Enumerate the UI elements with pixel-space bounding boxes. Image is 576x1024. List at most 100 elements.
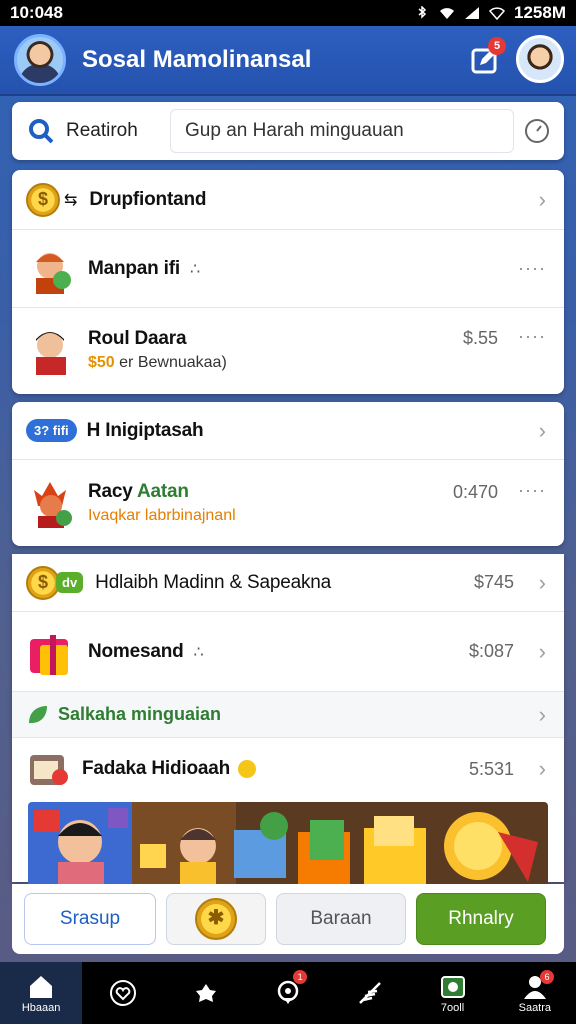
exchange-icon: ⇆	[64, 191, 78, 209]
row-amount: 5:531	[468, 758, 514, 779]
row-amount: 0:470	[452, 482, 498, 502]
promo-banner[interactable]	[28, 802, 548, 886]
section-card-2: 3? fifi H Inigiptasah › Racy Aatan Ivaqk…	[12, 402, 564, 546]
chevron-right-icon: ›	[538, 701, 546, 727]
nav-profile[interactable]: 6 Saatra	[494, 962, 576, 1024]
list-item[interactable]: Manpan ifi ∴ ····	[12, 230, 564, 308]
row-text: Roul Daara $50 er Bewnuakaa)	[88, 328, 227, 372]
action-bar: Srasup ✱ Baraan Rhnalry	[12, 884, 564, 954]
list-item[interactable]: Fadaka Hidioaah 5:531 ›	[12, 738, 564, 800]
notification-badge: 5	[488, 37, 506, 55]
bottom-nav: Hbaaan 1 7ooll 6 Saatra	[0, 962, 576, 1024]
gift-box-icon	[30, 634, 68, 675]
row-amount: $745	[473, 572, 514, 592]
list-item[interactable]: 3? fifi H Inigiptasah ›	[12, 402, 564, 460]
status-bar: 10:048 1258M	[0, 0, 576, 26]
bluetooth-icon	[418, 6, 427, 19]
feather-icon	[359, 982, 382, 1004]
wifi2-icon	[489, 7, 506, 20]
character-icon	[36, 332, 66, 375]
section-title: Salkaha minguaian	[58, 704, 222, 724]
nav-label: Saatra	[518, 1002, 552, 1014]
more-icon[interactable]: ····	[518, 480, 546, 501]
back-button[interactable]: Baraan	[276, 893, 406, 945]
coin-button[interactable]: ✱	[166, 893, 266, 945]
chevron-right-icon: ›	[538, 417, 546, 443]
nav-favorites[interactable]	[82, 962, 164, 1024]
chevron-right-icon: ›	[538, 186, 546, 212]
list-item[interactable]: $ dv Hdlaibh Madinn & Sapeakna $745 ›	[12, 554, 564, 612]
row-title: Fadaka Hidioaah	[82, 758, 230, 779]
clock-icon[interactable]	[524, 118, 550, 144]
sub-text: er Bewnuakaa)	[119, 354, 227, 371]
title-part2: Aatan	[137, 481, 189, 502]
row-text: Racy Aatan Ivaqkar labrbinajnanl	[88, 481, 236, 525]
nav-badge: 1	[293, 970, 308, 984]
row-subtitle: Ivaqkar labrbinajnanl	[88, 507, 236, 524]
row-title: H Inigiptasah	[86, 419, 204, 441]
coin-icon: $	[26, 182, 60, 217]
nav-feather[interactable]	[329, 962, 411, 1024]
leaf-icon	[29, 705, 47, 723]
status-icons: 1258M	[414, 3, 566, 23]
list-item[interactable]: Roul Daara $50 er Bewnuakaa) $.55 ····	[12, 308, 564, 392]
nav-label: Hbaaan	[21, 1002, 61, 1014]
row-title: Nomesand	[88, 640, 184, 662]
star-icon	[195, 984, 216, 1002]
nav-badge: 6	[539, 970, 554, 984]
row-extra: ∴	[189, 260, 201, 278]
row-title: Drupfiontand	[89, 188, 207, 210]
title-part1: Racy	[88, 481, 133, 502]
message-icon	[440, 976, 465, 998]
signup-button[interactable]: Srasup	[24, 893, 156, 945]
tag-badge: 3? fifi	[26, 419, 77, 442]
heart-icon	[110, 980, 137, 1006]
chevron-right-icon: ›	[538, 569, 546, 595]
chest-icon	[30, 755, 68, 785]
row-title: Racy Aatan	[88, 481, 236, 503]
more-icon[interactable]: ····	[518, 258, 546, 279]
row-amount: $.55	[462, 328, 498, 348]
row-title: Roul Daara	[88, 328, 187, 349]
list-item[interactable]: Nomesand ∴ $:087 ›	[12, 612, 564, 692]
character-icon	[36, 252, 71, 294]
home-icon	[30, 976, 53, 998]
avatar[interactable]	[14, 34, 66, 86]
promo-illustration	[34, 808, 538, 886]
section-card-1: $ ⇆ Drupfiontand › Manpan ifi ∴ ···· Rou…	[12, 170, 564, 394]
section-header[interactable]: Salkaha minguaian ›	[12, 692, 564, 738]
compose-button[interactable]: 5	[468, 37, 506, 77]
search-input[interactable]	[170, 109, 514, 153]
wifi-icon	[440, 8, 455, 19]
gold-badge-icon	[238, 760, 256, 778]
list-item[interactable]: $ ⇆ Drupfiontand ›	[12, 170, 564, 230]
tag-badge: dv	[56, 572, 84, 593]
list-item[interactable]: Racy Aatan Ivaqkar labrbinajnanl 0:470 ·…	[12, 460, 564, 546]
status-time: 10:048	[10, 3, 63, 22]
primary-button[interactable]: Rhnalry	[416, 893, 546, 945]
chevron-right-icon: ›	[538, 638, 546, 664]
row-subtitle: $50 er Bewnuakaa)	[88, 354, 227, 372]
more-icon[interactable]: ····	[518, 326, 546, 347]
nav-label: 7ooll	[440, 1002, 465, 1014]
search-bar: Reatiroh	[12, 102, 564, 160]
character-icon	[34, 482, 72, 528]
row-extra: ∴	[193, 643, 204, 661]
signal-icon	[465, 7, 480, 19]
nav-location[interactable]: 1	[247, 962, 329, 1024]
nav-star[interactable]	[165, 962, 247, 1024]
app-header: Sosal Mamolinansal 5	[0, 26, 576, 96]
status-clock: 1258M	[514, 3, 566, 22]
nav-home[interactable]: Hbaaan	[0, 962, 83, 1024]
nav-messages[interactable]: 7ooll	[411, 962, 493, 1024]
coin-icon: $	[26, 565, 60, 600]
row-amount: $:087	[468, 641, 514, 661]
search-label: Reatiroh	[66, 120, 138, 141]
row-title: Hdlaibh Madinn & Sapeakna	[95, 571, 332, 593]
profile-avatar[interactable]	[516, 35, 564, 83]
row-title: Manpan ifi	[88, 257, 180, 279]
sub-amount: $50	[88, 354, 115, 371]
chevron-right-icon: ›	[538, 756, 546, 781]
page-title: Sosal Mamolinansal	[82, 46, 312, 73]
coin-icon: ✱	[195, 898, 237, 940]
